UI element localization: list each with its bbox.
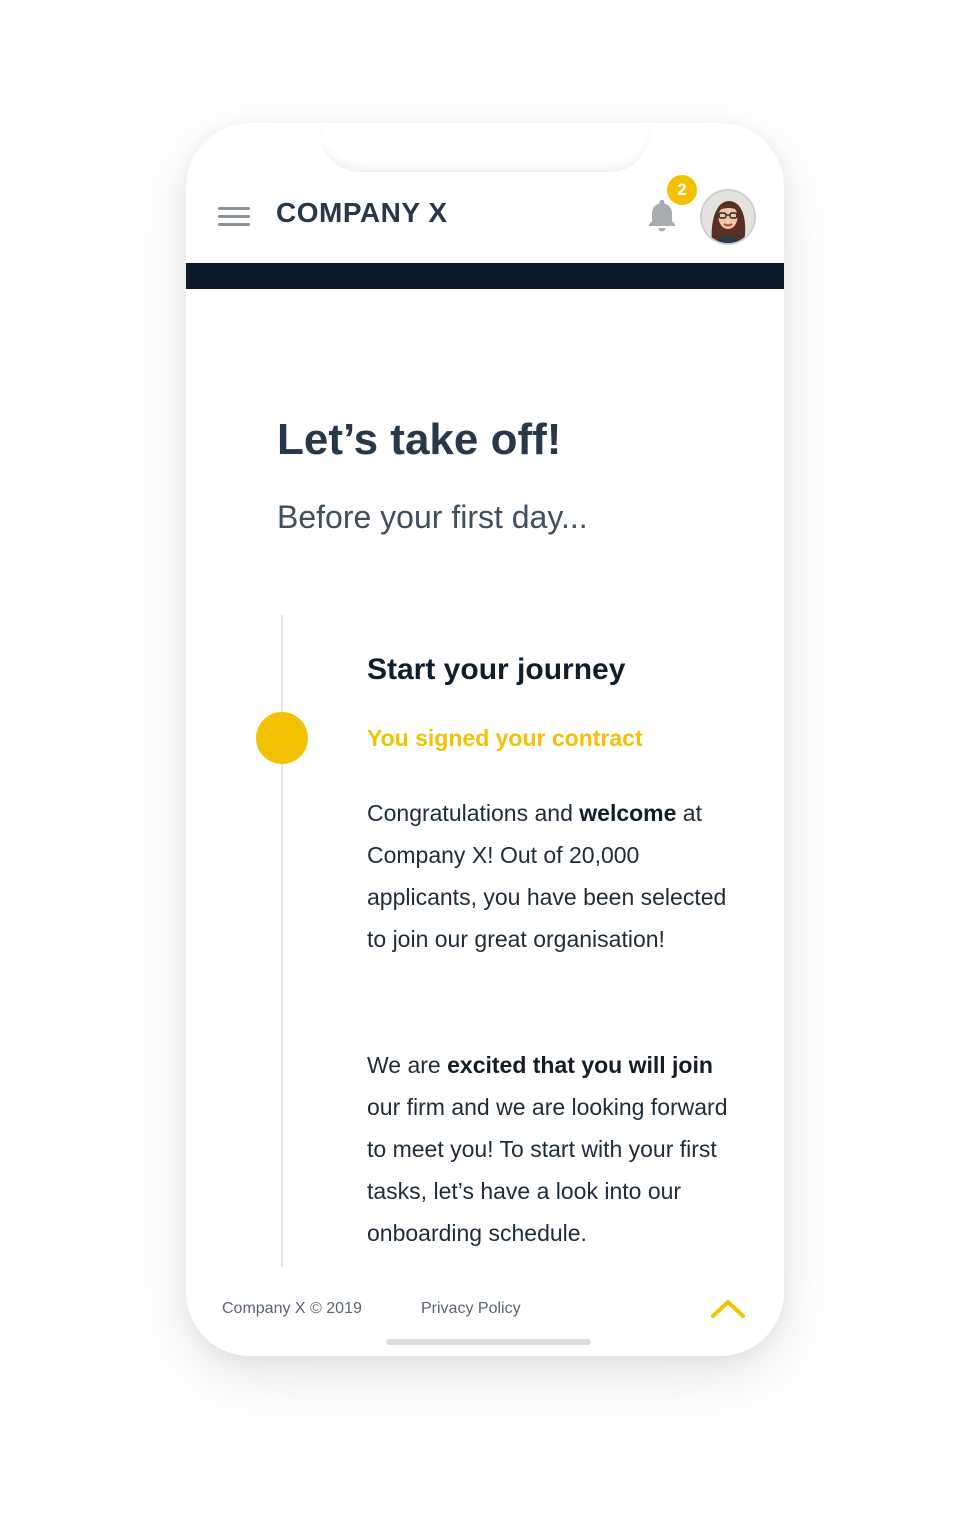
timeline-dot bbox=[256, 712, 308, 764]
chevron-up-icon[interactable] bbox=[710, 1297, 746, 1319]
copyright-text: Company X © 2019 bbox=[222, 1300, 362, 1317]
page-subtitle: Before your first day... bbox=[277, 499, 588, 535]
footer: Company X © 2019 Privacy Policy bbox=[186, 1267, 784, 1356]
step-paragraph-2: We are excited that you will join our fi… bbox=[367, 1052, 728, 1246]
home-indicator bbox=[386, 1339, 591, 1345]
hamburger-menu-icon[interactable] bbox=[218, 207, 250, 227]
avatar-image bbox=[702, 191, 754, 243]
phone-frame: COMPANY X 2 Let’s take off! Before your … bbox=[186, 123, 784, 1356]
step-paragraph-1: Congratulations and welcome at Company X… bbox=[367, 800, 727, 952]
page-title: Let’s take off! bbox=[277, 415, 562, 464]
app-header: COMPANY X 2 bbox=[186, 173, 784, 263]
notification-badge[interactable]: 2 bbox=[667, 175, 697, 205]
privacy-policy-link[interactable]: Privacy Policy bbox=[421, 1300, 521, 1318]
brand-logo[interactable]: COMPANY X bbox=[276, 197, 448, 229]
step-title: Start your journey bbox=[367, 653, 626, 686]
step-status: You signed your contract bbox=[367, 725, 643, 751]
phone-notch bbox=[320, 123, 650, 172]
header-divider-bar bbox=[186, 263, 784, 289]
user-avatar[interactable] bbox=[700, 189, 756, 245]
